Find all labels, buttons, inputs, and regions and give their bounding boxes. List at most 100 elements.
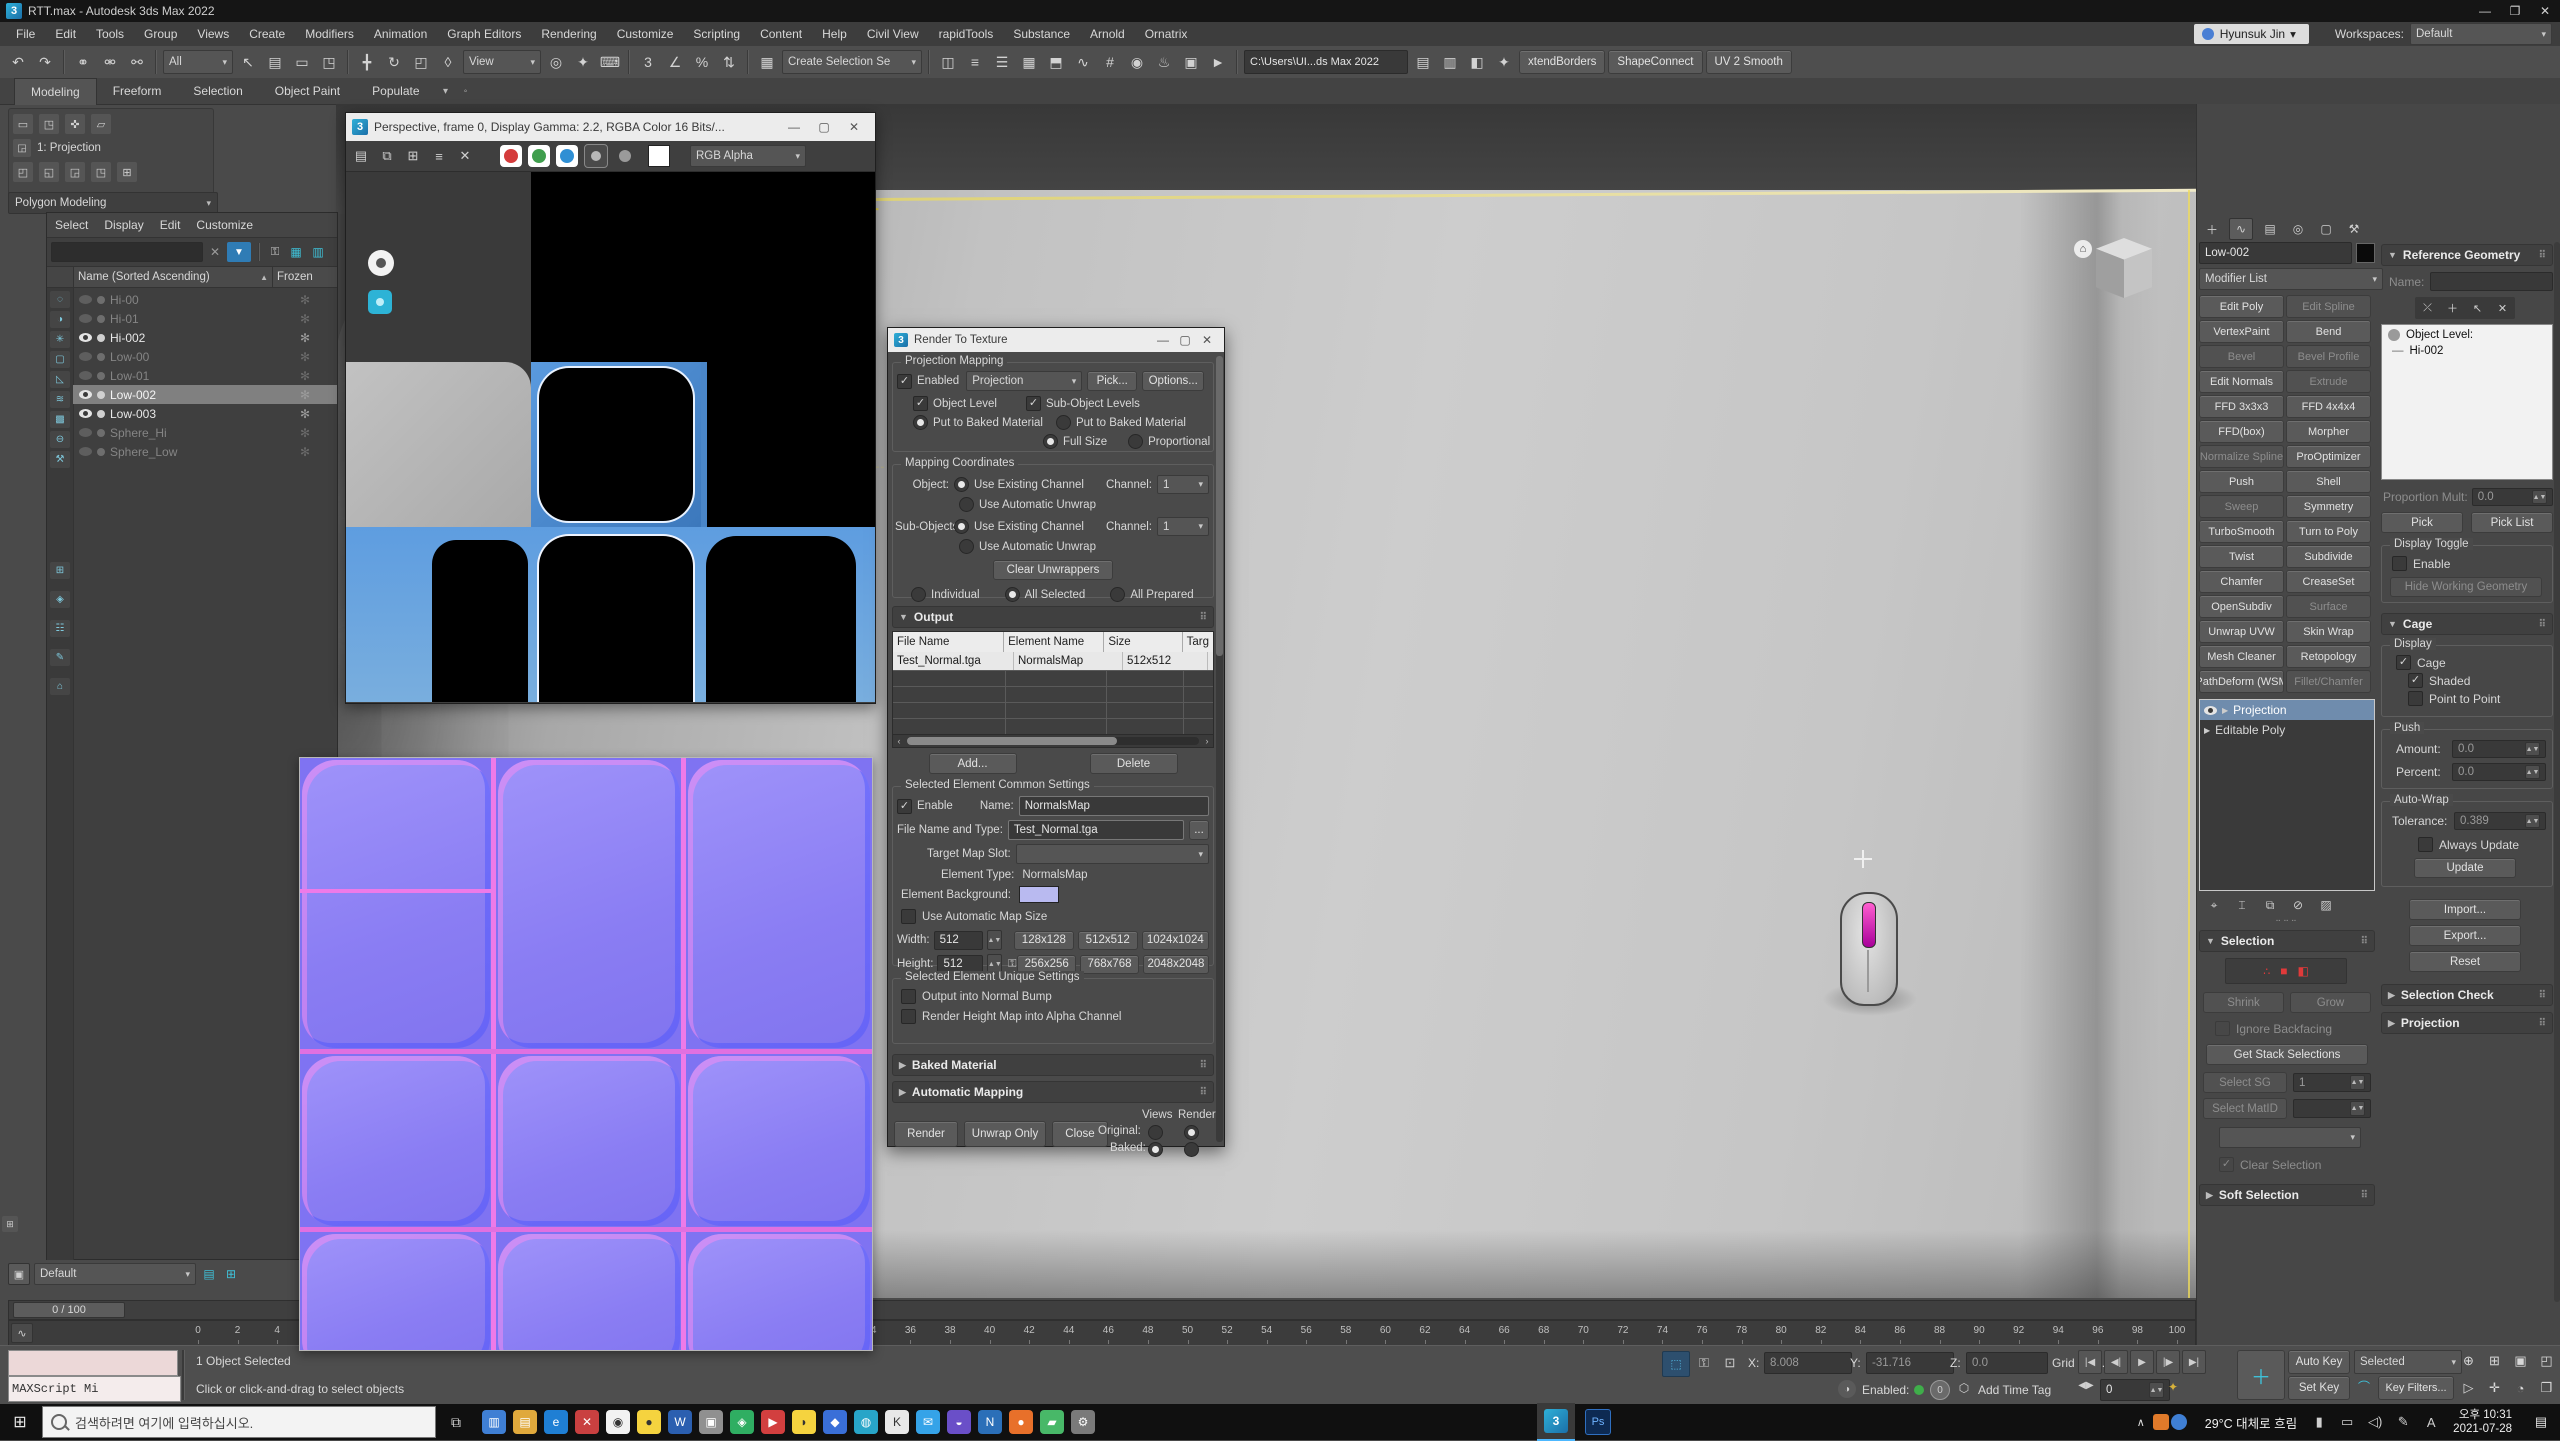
selection-check-rollout[interactable]: ▶Selection Check⠿ bbox=[2381, 984, 2553, 1006]
photoshop-taskbar-icon[interactable]: Ps bbox=[1585, 1409, 1611, 1435]
unwrap-only-button[interactable]: Unwrap Only bbox=[964, 1121, 1046, 1147]
get-stack-selections-button[interactable]: Get Stack Selections bbox=[2206, 1044, 2368, 1065]
mono-channel-icon[interactable] bbox=[584, 144, 608, 168]
vertex-subobject-icon[interactable]: ∴ bbox=[2263, 965, 2270, 978]
display-filter-icon[interactable]: ▢ bbox=[50, 351, 70, 368]
rtt-close-icon[interactable]: ✕ bbox=[1196, 331, 1218, 349]
rendered-frame-canvas[interactable] bbox=[346, 172, 875, 702]
make-unique-icon[interactable]: ⧉ bbox=[2261, 898, 2279, 913]
modifier-button[interactable]: Twist bbox=[2199, 545, 2284, 568]
sub-channel-dropdown[interactable]: 1▾ bbox=[1157, 517, 1209, 536]
modifier-stack-item[interactable]: ▶Editable Poly bbox=[2200, 720, 2374, 740]
rfw-titlebar[interactable]: 3 Perspective, frame 0, Display Gamma: 2… bbox=[346, 113, 875, 141]
object-level-checkbox[interactable] bbox=[913, 396, 928, 411]
redo-icon[interactable]: ↷ bbox=[33, 50, 57, 74]
default-in-out-tangent-icon[interactable]: ⌒ bbox=[2354, 1378, 2374, 1395]
playback-icon[interactable]: ▶| bbox=[2182, 1350, 2206, 1374]
menu-item[interactable]: Substance bbox=[1003, 27, 1080, 41]
modifier-button[interactable]: Bend bbox=[2286, 320, 2371, 343]
extend-borders-button[interactable]: xtendBorders bbox=[1519, 50, 1605, 74]
table-row[interactable]: Sphere_Hi✻ bbox=[73, 423, 337, 442]
reference-coordinate-dropdown[interactable]: View▾ bbox=[463, 50, 541, 74]
layer-list-icon[interactable]: ▤ bbox=[200, 1267, 218, 1281]
modifier-button[interactable]: OpenSubdiv bbox=[2199, 595, 2284, 618]
visibility-eye-icon[interactable] bbox=[79, 428, 92, 437]
channel-display-dropdown[interactable]: RGB Alpha▾ bbox=[690, 145, 806, 167]
clear-selection-checkbox[interactable] bbox=[2219, 1157, 2234, 1172]
output-hscrollbar[interactable]: ‹ › bbox=[893, 734, 1213, 747]
tray-app1-icon[interactable] bbox=[2153, 1414, 2169, 1430]
modifier-button[interactable]: FFD(box) bbox=[2199, 420, 2284, 443]
polygon-modeling-header[interactable]: Polygon Modeling ▾ bbox=[8, 192, 218, 214]
maximize-viewport-icon[interactable]: ❒ bbox=[2534, 1375, 2559, 1401]
rfw-minimize-icon[interactable]: — bbox=[779, 118, 809, 136]
taskbar-app-icon[interactable]: ✉ bbox=[916, 1410, 940, 1434]
select-sg-button[interactable]: Select SG bbox=[2203, 1072, 2287, 1093]
modifier-button[interactable]: Fillet/Chamfer bbox=[2286, 670, 2371, 693]
align-icon[interactable]: ≡ bbox=[963, 50, 987, 74]
modifier-button[interactable]: FFD 3x3x3 bbox=[2199, 395, 2284, 418]
object-name-field[interactable]: Low-002 bbox=[2199, 242, 2352, 264]
ribbon-panel-icon[interactable]: ◰ bbox=[13, 162, 33, 182]
frozen-cell[interactable]: ✻ bbox=[273, 293, 337, 307]
reset-button[interactable]: Reset bbox=[2409, 951, 2521, 972]
modifier-button[interactable]: Surface bbox=[2286, 595, 2371, 618]
named-selection-dropdown[interactable]: ▾ bbox=[2219, 1127, 2361, 1148]
keyboard-override-icon[interactable]: ⌨ bbox=[598, 50, 622, 74]
original-views-radio[interactable] bbox=[1148, 1125, 1163, 1140]
window-crossing-icon[interactable]: ◳ bbox=[317, 50, 341, 74]
point-to-point-checkbox[interactable] bbox=[2408, 691, 2423, 706]
taskbar-app-icon[interactable]: ▣ bbox=[699, 1410, 723, 1434]
tray-icon[interactable]: A bbox=[2423, 1415, 2439, 1430]
toggle-layer-explorer-icon[interactable]: ▦ bbox=[1017, 50, 1041, 74]
lights-icon[interactable]: ✦ bbox=[1492, 50, 1516, 74]
object-color-swatch[interactable] bbox=[2356, 243, 2375, 263]
frozen-cell[interactable]: ✻ bbox=[273, 350, 337, 364]
matid-field[interactable]: ▲▼ bbox=[2293, 1099, 2371, 1118]
taskbar-app-icon[interactable]: ▤ bbox=[513, 1410, 537, 1434]
taskbar-app-icon[interactable]: ▶ bbox=[761, 1410, 785, 1434]
modifier-button[interactable]: Subdivide bbox=[2286, 545, 2371, 568]
selection-rollout[interactable]: ▼Selection⠿ bbox=[2199, 930, 2375, 952]
visibility-eye-icon[interactable] bbox=[79, 447, 92, 456]
grow-button[interactable]: Grow bbox=[2290, 992, 2371, 1013]
modifier-button[interactable]: Edit Spline bbox=[2286, 295, 2371, 318]
ribbon-tab-populate[interactable]: Populate bbox=[356, 78, 435, 104]
pick-button[interactable]: Pick... bbox=[1087, 371, 1137, 391]
viewcube-home-icon[interactable]: ⌂ bbox=[2074, 240, 2092, 258]
motion-tab-icon[interactable]: ◎ bbox=[2287, 219, 2309, 239]
select-and-place-icon[interactable]: ◊ bbox=[436, 50, 460, 74]
background-color-swatch[interactable] bbox=[648, 145, 670, 167]
modify-tab-icon[interactable]: ∿ bbox=[2229, 218, 2253, 240]
ribbon-tab-object-paint[interactable]: Object Paint bbox=[259, 78, 356, 104]
modifier-button[interactable]: Normalize Spline bbox=[2199, 445, 2284, 468]
frozen-cell[interactable]: ✻ bbox=[273, 369, 337, 383]
add-time-tag[interactable]: Add Time Tag bbox=[1978, 1383, 2051, 1397]
preset-768-button[interactable]: 768x768 bbox=[1080, 955, 1139, 974]
frozen-column-header[interactable]: Frozen bbox=[273, 267, 337, 287]
proportional-radio[interactable] bbox=[1128, 434, 1143, 449]
delete-element-button[interactable]: Delete bbox=[1090, 753, 1178, 774]
object-auto-unwrap-radio[interactable] bbox=[959, 497, 974, 512]
original-render-radio[interactable] bbox=[1184, 1125, 1199, 1140]
tray-icon[interactable]: ✎ bbox=[2395, 1414, 2411, 1430]
isolate-selection-icon[interactable]: ⬚ bbox=[1662, 1351, 1690, 1377]
explorer-menu-customize[interactable]: Customize bbox=[196, 218, 253, 232]
menu-item[interactable]: Customize bbox=[607, 27, 684, 41]
put-to-baked-obj-radio[interactable] bbox=[913, 415, 928, 430]
sg-field[interactable]: 1▲▼ bbox=[2293, 1073, 2371, 1092]
taskbar-app-icon[interactable]: W bbox=[668, 1410, 692, 1434]
preset-1024-button[interactable]: 1024x1024 bbox=[1142, 931, 1209, 950]
output-row-selected[interactable]: Test_Normal.tga NormalsMap 512x512 bbox=[893, 652, 1213, 670]
ribbon-panel-icon[interactable]: ◲ bbox=[65, 162, 85, 182]
percent-snap-icon[interactable]: % bbox=[690, 50, 714, 74]
modifier-button[interactable]: VertexPaint bbox=[2199, 320, 2284, 343]
pan-icon[interactable]: ✛ bbox=[2482, 1375, 2507, 1401]
active-layer-dropdown[interactable]: Default▾ bbox=[34, 1263, 196, 1285]
display-filter-icon[interactable]: ⌂ bbox=[50, 678, 70, 695]
playback-icon[interactable]: |▶ bbox=[2156, 1350, 2180, 1374]
menu-item[interactable]: Ornatrix bbox=[1135, 27, 1198, 41]
select-reference-icon[interactable]: ↖ bbox=[2469, 302, 2487, 315]
material-editor-icon[interactable]: ◉ bbox=[1125, 50, 1149, 74]
options-button[interactable]: Options... bbox=[1142, 371, 1204, 391]
